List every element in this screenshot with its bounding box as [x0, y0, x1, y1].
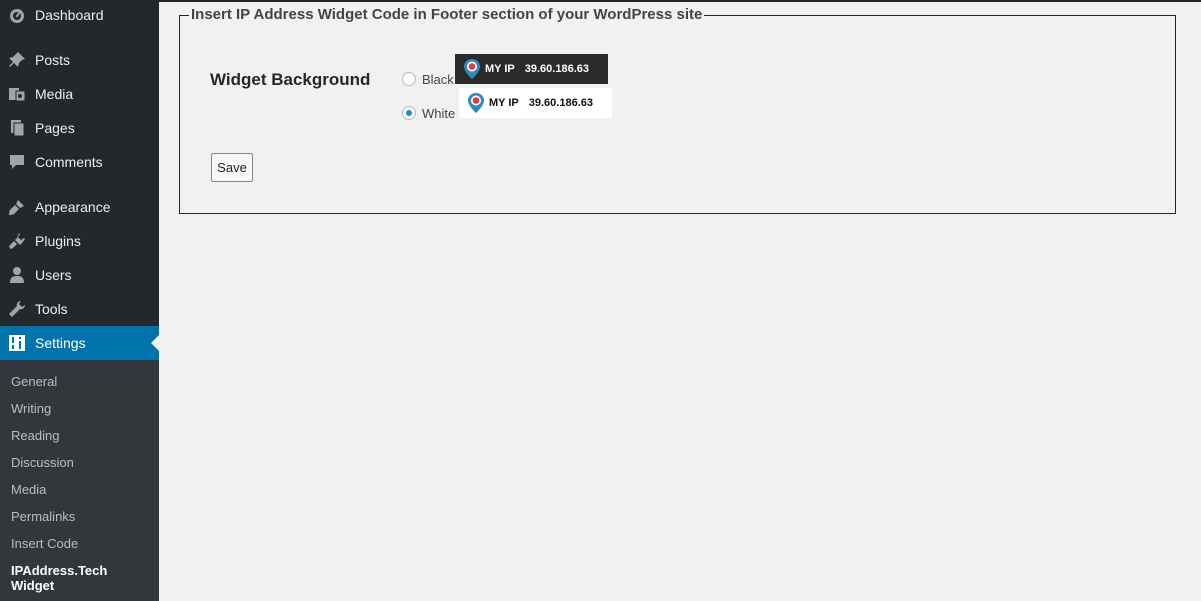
menu-item-label: Plugins [35, 233, 81, 249]
brush-icon [7, 197, 27, 217]
menu-item-tools[interactable]: Tools [0, 292, 159, 326]
menu-item-appearance[interactable]: Appearance [0, 190, 159, 224]
submenu-general[interactable]: General [11, 374, 57, 389]
submenu-ipaddress-tech-widget[interactable]: IPAddress.Tech Widget [11, 563, 131, 593]
dashboard-icon [7, 5, 27, 25]
save-button[interactable]: Save [211, 153, 253, 182]
comments-icon [7, 152, 27, 172]
menu-item-label: Settings [35, 335, 86, 351]
plugin-icon [7, 231, 27, 251]
radio-white-label[interactable]: White [422, 106, 455, 121]
submenu-permalinks[interactable]: Permalinks [11, 509, 75, 524]
menu-item-plugins[interactable]: Plugins [0, 224, 159, 258]
fieldset-legend: Insert IP Address Widget Code in Footer … [189, 6, 705, 24]
location-pin-icon [464, 59, 480, 79]
submenu-writing[interactable]: Writing [11, 401, 51, 416]
ip-widget-preview-white: MY IP 39.60.186.63 [459, 88, 612, 118]
menu-item-settings[interactable]: Settings [0, 326, 159, 360]
radio-black-label[interactable]: Black [422, 72, 454, 87]
menu-item-users[interactable]: Users [0, 258, 159, 292]
location-pin-icon [468, 93, 484, 113]
pin-icon [7, 50, 27, 70]
top-divider [159, 0, 1201, 2]
radio-white[interactable] [402, 106, 416, 120]
settings-icon [7, 333, 27, 353]
pages-icon [7, 118, 27, 138]
submenu-insert-code[interactable]: Insert Code [11, 536, 78, 551]
submenu-reading[interactable]: Reading [11, 428, 59, 443]
menu-item-label: Users [35, 267, 72, 283]
menu-item-label: Comments [35, 154, 103, 170]
wrench-icon [7, 299, 27, 319]
menu-item-label: Appearance [35, 199, 111, 215]
widget-background-label: Widget Background [210, 70, 371, 89]
media-icon [7, 84, 27, 104]
ip-widget-tag: MY IP [489, 97, 519, 109]
settings-submenu: General Writing Reading Discussion Media… [0, 360, 159, 601]
widget-settings-fieldset [179, 15, 1176, 214]
ip-widget-tag: MY IP [485, 63, 515, 75]
menu-item-label: Pages [35, 120, 75, 136]
menu-item-posts[interactable]: Posts [0, 43, 159, 77]
submenu-media[interactable]: Media [11, 482, 46, 497]
menu-item-label: Tools [35, 301, 68, 317]
admin-sidebar: Dashboard Posts Media Pages Comments App… [0, 0, 159, 601]
menu-item-pages[interactable]: Pages [0, 111, 159, 145]
ip-widget-address: 39.60.186.63 [524, 63, 589, 75]
radio-black[interactable] [402, 72, 416, 86]
submenu-discussion[interactable]: Discussion [11, 455, 74, 470]
menu-item-dashboard[interactable]: Dashboard [0, 0, 159, 32]
menu-item-media[interactable]: Media [0, 77, 159, 111]
menu-item-label: Dashboard [35, 7, 104, 23]
ip-widget-address: 39.60.186.63 [528, 97, 593, 109]
user-icon [7, 265, 27, 285]
menu-item-label: Media [35, 86, 74, 102]
menu-item-comments[interactable]: Comments [0, 145, 159, 179]
menu-item-label: Posts [35, 52, 71, 68]
ip-widget-preview-black: MY IP 39.60.186.63 [455, 54, 608, 84]
